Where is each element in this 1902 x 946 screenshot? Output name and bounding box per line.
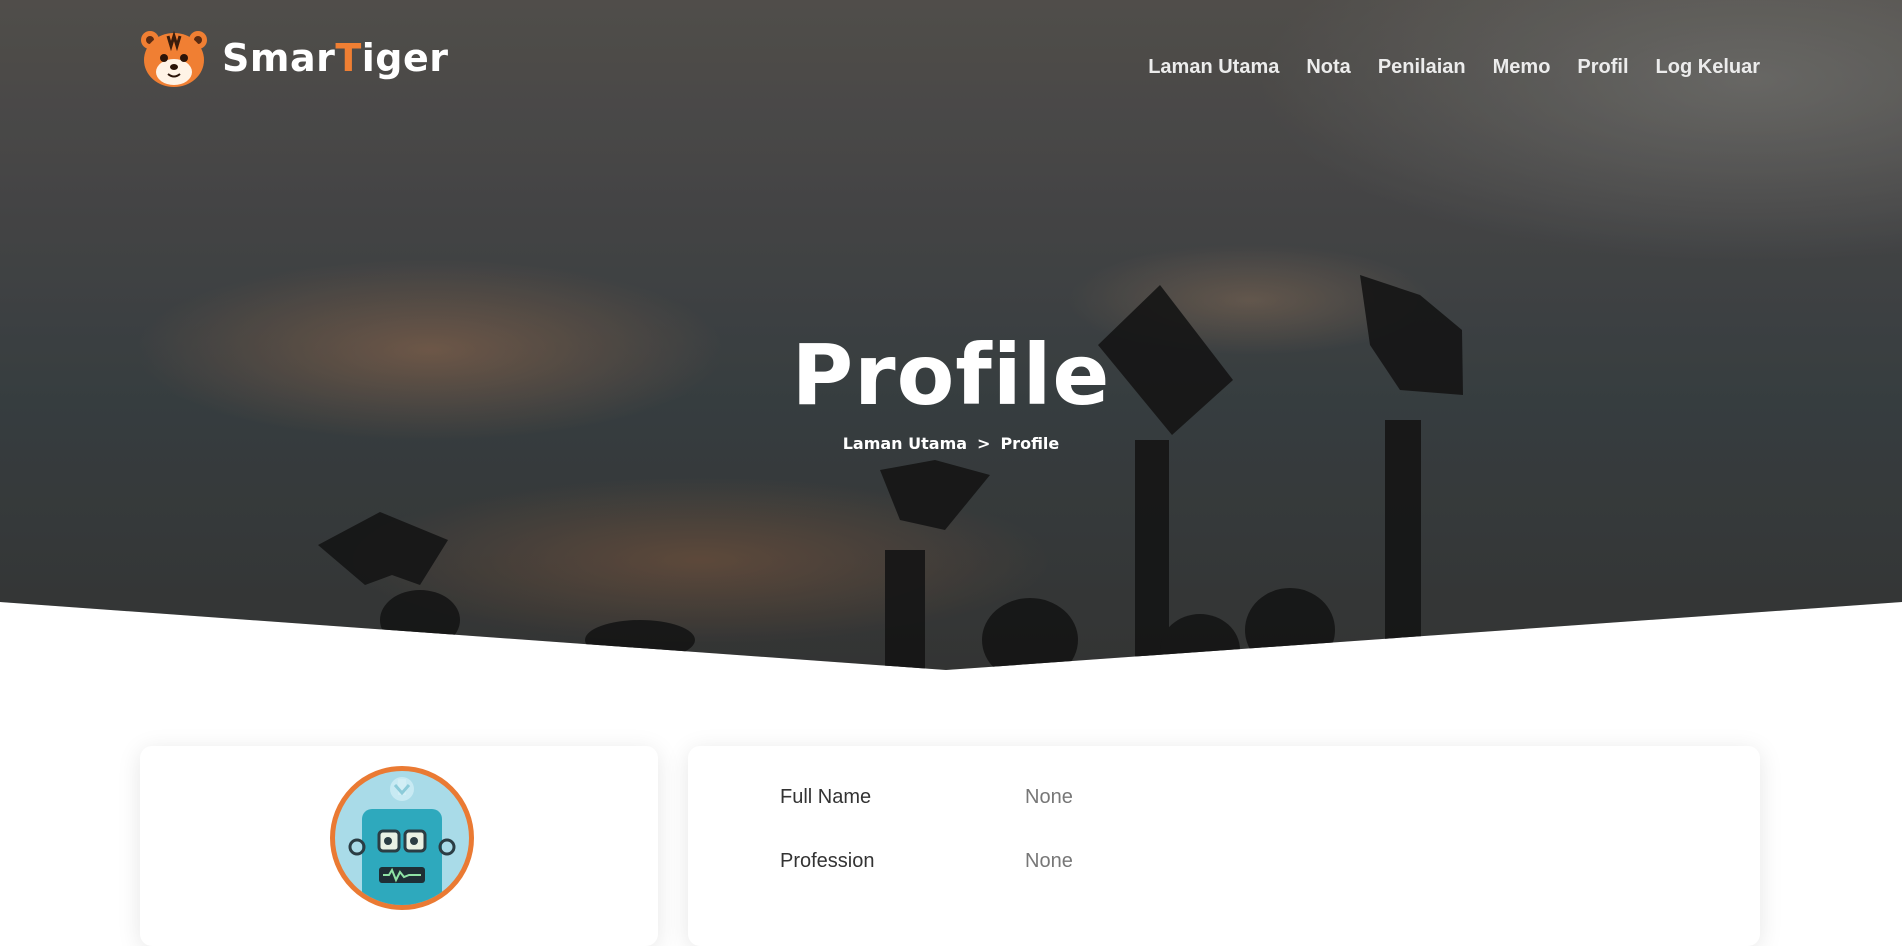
main-nav: Laman Utama Nota Penilaian Memo Profil L… (1121, 56, 1760, 79)
breadcrumb-separator: > (977, 434, 991, 453)
breadcrumb-home-link[interactable]: Laman Utama (843, 434, 967, 453)
nav-item-log-keluar[interactable]: Log Keluar (1656, 56, 1760, 79)
profile-details-card: Full Name None Profession None (688, 746, 1760, 946)
field-value: None (1025, 786, 1073, 808)
profile-avatar-card (140, 746, 658, 946)
page-title: Profile (791, 326, 1111, 424)
nav-item-laman-utama[interactable]: Laman Utama (1148, 56, 1279, 79)
brand-logo[interactable]: SmarTiger (138, 26, 449, 90)
field-value: None (1025, 850, 1073, 872)
nav-item-nota[interactable]: Nota (1306, 56, 1350, 79)
nav-item-profil[interactable]: Profil (1577, 56, 1628, 79)
field-label: Full Name (780, 786, 872, 808)
nav-item-penilaian[interactable]: Penilaian (1378, 56, 1466, 79)
avatar (330, 766, 474, 910)
breadcrumb-current: Profile (1000, 434, 1060, 453)
field-label: Profession (780, 850, 875, 872)
nav-item-memo[interactable]: Memo (1493, 56, 1551, 79)
site-header: SmarTiger Laman Utama Nota Penilaian Mem… (0, 0, 1902, 140)
brand-name: SmarTiger (222, 36, 449, 80)
breadcrumb: Laman Utama > Profile (0, 434, 1902, 453)
tiger-logo-icon (141, 30, 207, 87)
robot-avatar-icon (348, 777, 456, 905)
